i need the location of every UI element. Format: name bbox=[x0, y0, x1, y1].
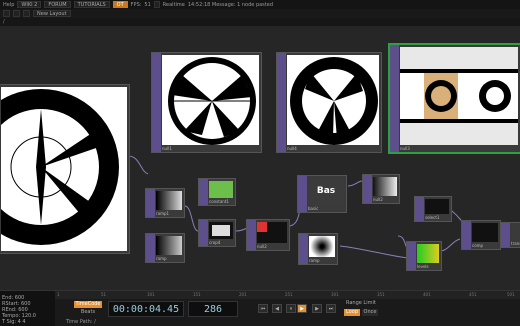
ruler-tick: 301 bbox=[331, 292, 339, 297]
comp-label: comp bbox=[472, 243, 484, 248]
ramp3-node[interactable]: ramp bbox=[298, 233, 338, 265]
null4-node[interactable]: null4 bbox=[276, 52, 382, 153]
null2-viewer bbox=[257, 222, 287, 243]
ruler-tick: 51 bbox=[101, 292, 107, 297]
circular-pattern-image bbox=[1, 89, 119, 245]
select1-viewer bbox=[425, 199, 449, 214]
ruler-tick: 151 bbox=[193, 292, 201, 297]
range-limit-label: Range Limit bbox=[346, 300, 376, 306]
ruler-tick: 251 bbox=[285, 292, 293, 297]
null-r-viewer bbox=[373, 177, 397, 196]
once-toggle[interactable]: Once bbox=[362, 309, 378, 316]
new-layout-tab[interactable]: New Layout bbox=[33, 10, 71, 17]
pause-button[interactable]: ⏸ bbox=[286, 304, 296, 313]
tutorials-button[interactable]: TUTORIALS bbox=[73, 1, 110, 8]
timeline-panel: End: 600 RStart: 600 REnd: 600 Tempo: 12… bbox=[0, 290, 520, 326]
null1-label: null1 bbox=[162, 146, 172, 151]
status-message: 14:52:18 Message: 1 node pasted bbox=[187, 1, 273, 8]
realtime-checkbox[interactable] bbox=[153, 1, 160, 8]
fps-value: 51 bbox=[144, 1, 151, 8]
timecode-display[interactable]: 00:00:04.45 bbox=[108, 301, 184, 317]
null5-node[interactable] bbox=[0, 84, 130, 254]
null2-node[interactable]: null2 bbox=[246, 219, 290, 251]
realtime-label: Realtime bbox=[162, 1, 185, 8]
beats-toggle[interactable]: Beats bbox=[74, 309, 102, 316]
help-menu[interactable]: Help bbox=[3, 2, 14, 8]
ramp1-viewer bbox=[156, 191, 182, 210]
ramp3-label: ramp bbox=[309, 258, 320, 263]
wiki-button[interactable]: WIKI 2 bbox=[17, 1, 42, 8]
fast-forward-button[interactable]: ⏭ bbox=[326, 304, 336, 313]
null3-node[interactable]: null3 bbox=[388, 43, 520, 154]
step-back-button[interactable]: ◀ bbox=[272, 304, 282, 313]
timeline-ruler[interactable]: 1 51 101 151 201 251 301 351 401 451 501 bbox=[55, 291, 520, 299]
transform1-label: transform1 bbox=[511, 241, 520, 246]
null-r-node[interactable]: null2 bbox=[362, 174, 400, 204]
ruler-tick: 201 bbox=[239, 292, 247, 297]
ramp1-node[interactable]: ramp1 bbox=[145, 188, 185, 218]
timecode-toggle[interactable]: TimeCode bbox=[74, 301, 102, 308]
basic-node[interactable]: Bas basic bbox=[297, 175, 347, 213]
play-button[interactable]: ▶ bbox=[297, 304, 307, 313]
network-editor[interactable]: null1 null4 null3 ramp1 constant1 crop4 … bbox=[0, 26, 520, 290]
forum-button[interactable]: FORUM bbox=[44, 1, 71, 8]
ruler-tick: 501 bbox=[507, 292, 515, 297]
constant1-label: constant1 bbox=[209, 199, 229, 204]
crop4-node[interactable]: crop4 bbox=[198, 219, 236, 247]
null3-label: null3 bbox=[400, 146, 410, 151]
null-r-label: null2 bbox=[373, 197, 383, 202]
stat-tsig: T Sig: 4 4 bbox=[2, 319, 26, 325]
comp-viewer bbox=[472, 223, 498, 242]
null3-viewer bbox=[400, 47, 518, 145]
fps-label: FPS: bbox=[130, 1, 142, 8]
frame-display[interactable]: 286 bbox=[188, 301, 238, 317]
comp-node[interactable]: comp bbox=[461, 220, 501, 250]
ramp3-viewer bbox=[309, 236, 335, 257]
select1-node[interactable]: select1 bbox=[414, 196, 452, 222]
null2-label: null2 bbox=[257, 244, 267, 249]
null1-node[interactable]: null1 bbox=[151, 52, 262, 153]
ruler-tick: 401 bbox=[423, 292, 431, 297]
ruler-tick: 451 bbox=[469, 292, 477, 297]
path-root[interactable]: / bbox=[3, 19, 5, 25]
top-menu-bar: Help WIKI 2 FORUM TUTORIALS OT FPS: 51 R… bbox=[0, 0, 520, 9]
time-path-label: Time Path: / bbox=[66, 319, 96, 325]
null4-viewer bbox=[287, 55, 379, 145]
layout-icon-c[interactable] bbox=[23, 10, 30, 17]
layout-icon-b[interactable] bbox=[13, 10, 20, 17]
null1-viewer bbox=[162, 55, 259, 145]
step-forward-button[interactable]: ▶ bbox=[312, 304, 322, 313]
basic-label: basic bbox=[308, 206, 319, 211]
ot-badge[interactable]: OT bbox=[112, 1, 128, 8]
constant1-node[interactable]: constant1 bbox=[198, 178, 236, 206]
ruler-tick: 1 bbox=[57, 292, 60, 297]
null5-viewer bbox=[1, 87, 127, 251]
levels-label: levels bbox=[417, 264, 429, 269]
network-path-bar: / bbox=[0, 18, 520, 26]
ruler-tick: 351 bbox=[377, 292, 385, 297]
select1-label: select1 bbox=[425, 215, 440, 220]
levels-viewer bbox=[417, 244, 439, 263]
transform1-node[interactable]: transform1 bbox=[500, 222, 520, 248]
ramp2-label: ramp bbox=[156, 256, 167, 261]
crop4-viewer bbox=[209, 222, 233, 239]
red-swatch bbox=[257, 222, 267, 232]
null4-label: null4 bbox=[287, 146, 297, 151]
ramp2-viewer bbox=[156, 236, 182, 255]
ramp1-label: ramp1 bbox=[156, 211, 170, 216]
loop-toggle[interactable]: Loop bbox=[344, 309, 360, 316]
ramp2-node[interactable]: ramp bbox=[145, 233, 185, 263]
ruler-tick: 101 bbox=[147, 292, 155, 297]
layout-icon-a[interactable] bbox=[3, 10, 10, 17]
crop4-label: crop4 bbox=[209, 240, 221, 245]
rewind-button[interactable]: ⏮ bbox=[258, 304, 268, 313]
constant1-viewer bbox=[209, 181, 233, 198]
levels-node[interactable]: levels bbox=[406, 241, 442, 271]
layout-tab-bar: New Layout bbox=[0, 9, 520, 18]
basic-viewer: Bas bbox=[308, 178, 344, 205]
timeline-stats: End: 600 RStart: 600 REnd: 600 Tempo: 12… bbox=[0, 291, 55, 326]
